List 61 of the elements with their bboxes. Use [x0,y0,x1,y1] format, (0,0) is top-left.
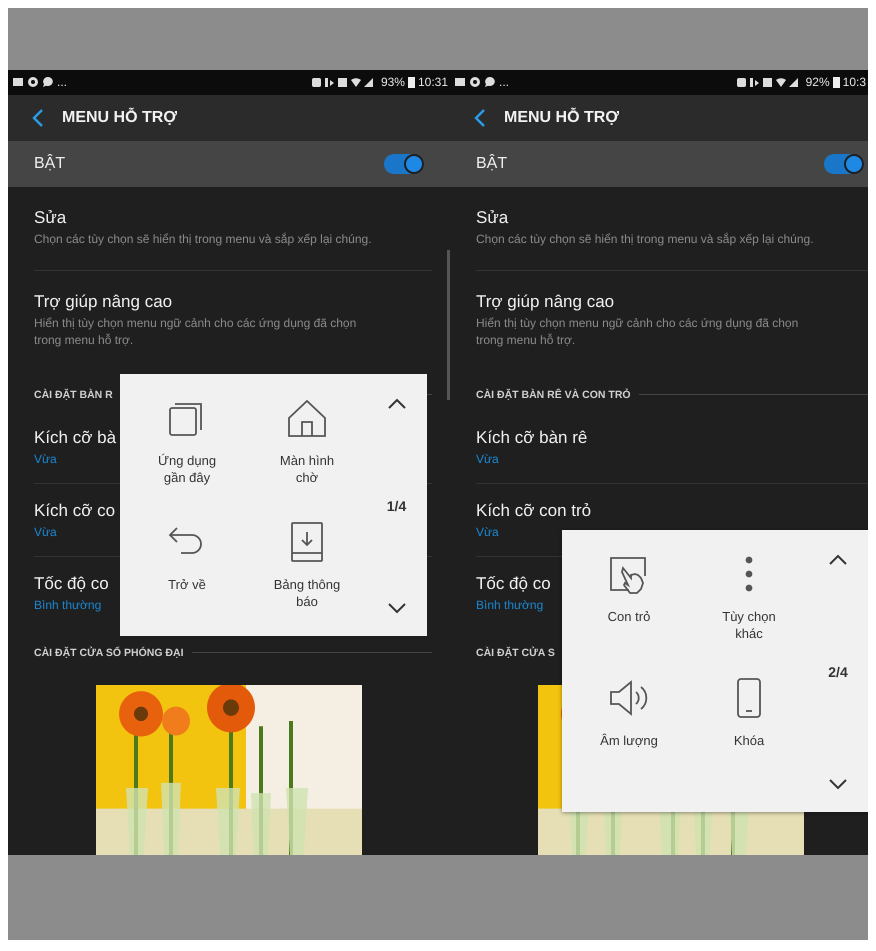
setting-description: Chọn các tùy chọn sẽ hiển thị trong menu và sắp xếp lại chúng. [476,230,814,248]
more-notifications: ... [57,75,68,90]
setting-title[interactable]: Sửa [34,206,66,229]
setting-title[interactable]: Trợ giúp nâng cao [476,290,614,313]
battery-percent: 93% [380,75,405,90]
status-icons-drawing [736,76,800,88]
setting-value: Bình thường [34,596,102,614]
toggle-switch[interactable] [384,154,424,174]
image-icon [454,76,466,88]
battery-percent: 92% [806,75,830,90]
section-header: CÀI ĐẶT BÀN RÊ VÀ CON TRỎ [476,388,631,401]
chevron-down-icon [386,602,406,614]
menu-item[interactable]: Ứng dụng gần đây [126,388,248,512]
menu-item[interactable]: Trở về [126,512,248,634]
menu-item[interactable]: Bảng thông báo [248,512,366,634]
setting-title[interactable]: Tốc độ co [476,572,551,595]
chat-icon [484,76,496,88]
screen-title: MENU HỖ TRỢ [62,108,177,127]
setting-title[interactable]: Sửa [476,206,508,229]
status-icons-drawing [310,76,375,88]
more-notifications: ... [499,75,510,90]
setting-value: Bình thường [476,596,544,614]
circle-icon [469,76,481,88]
chevron-up-icon [386,398,406,410]
setting-title[interactable]: Tốc độ co [34,572,109,595]
setting-value: Vừa [34,524,57,541]
section-header: CÀI ĐẶT CỬA S [476,646,555,659]
setting-title[interactable]: Kích cỡ bàn rê [476,426,588,449]
screen-title: MENU HỖ TRỢ [504,108,619,127]
menu-item[interactable]: Âm lượng [568,668,690,790]
setting-value: Vừa [476,524,499,541]
section-header: CÀI ĐẶT CỬA SỔ PHÓNG ĐẠI [34,646,184,659]
setting-value: Vừa [476,450,499,468]
setting-description: Chọn các tùy chọn sẽ hiển thị trong menu và sắp xếp lại chúng. [34,230,372,248]
setting-description: Hiển thị tùy chọn menu ngữ cảnh cho các ứng dụng đã chọn trong menu hỗ trợ. [34,314,358,349]
image-icon [12,76,24,88]
setting-title[interactable]: Kích cỡ bà [34,426,116,449]
section-header: CÀI ĐẶT BÀN R [34,388,113,401]
page-indicator: 1/4 [386,498,406,514]
toggle-switch[interactable] [824,154,864,174]
clock: 10:3 [842,75,866,90]
menu-item[interactable]: Màn hình chờ [248,388,366,512]
vertical-dots-icon [745,556,753,592]
clock: 10:31 [418,75,448,90]
battery-icon [408,76,415,88]
menu-item[interactable]: Khóa [690,668,808,790]
setting-title[interactable]: Kích cỡ con trỏ [476,500,592,522]
battery-icon [832,76,840,88]
switch-label: BẬT [34,155,66,174]
chevron-up-icon [828,554,848,566]
switch-label: BẬT [476,155,508,174]
circle-icon [27,76,39,88]
setting-description: Hiển thị tùy chọn menu ngữ cảnh cho các ứng dụng đã chọn trong menu hỗ trợ. [476,314,800,349]
menu-item[interactable]: Con trỏ [568,544,690,668]
chat-icon [42,76,54,88]
setting-value: Vừa [34,450,57,468]
page-indicator: 2/4 [828,664,848,680]
chevron-down-icon [828,778,848,790]
setting-title[interactable]: Trợ giúp nâng cao [34,290,172,313]
menu-item[interactable]: Tùy chọn khác [690,544,808,668]
setting-title[interactable]: Kích cỡ co [34,500,116,522]
